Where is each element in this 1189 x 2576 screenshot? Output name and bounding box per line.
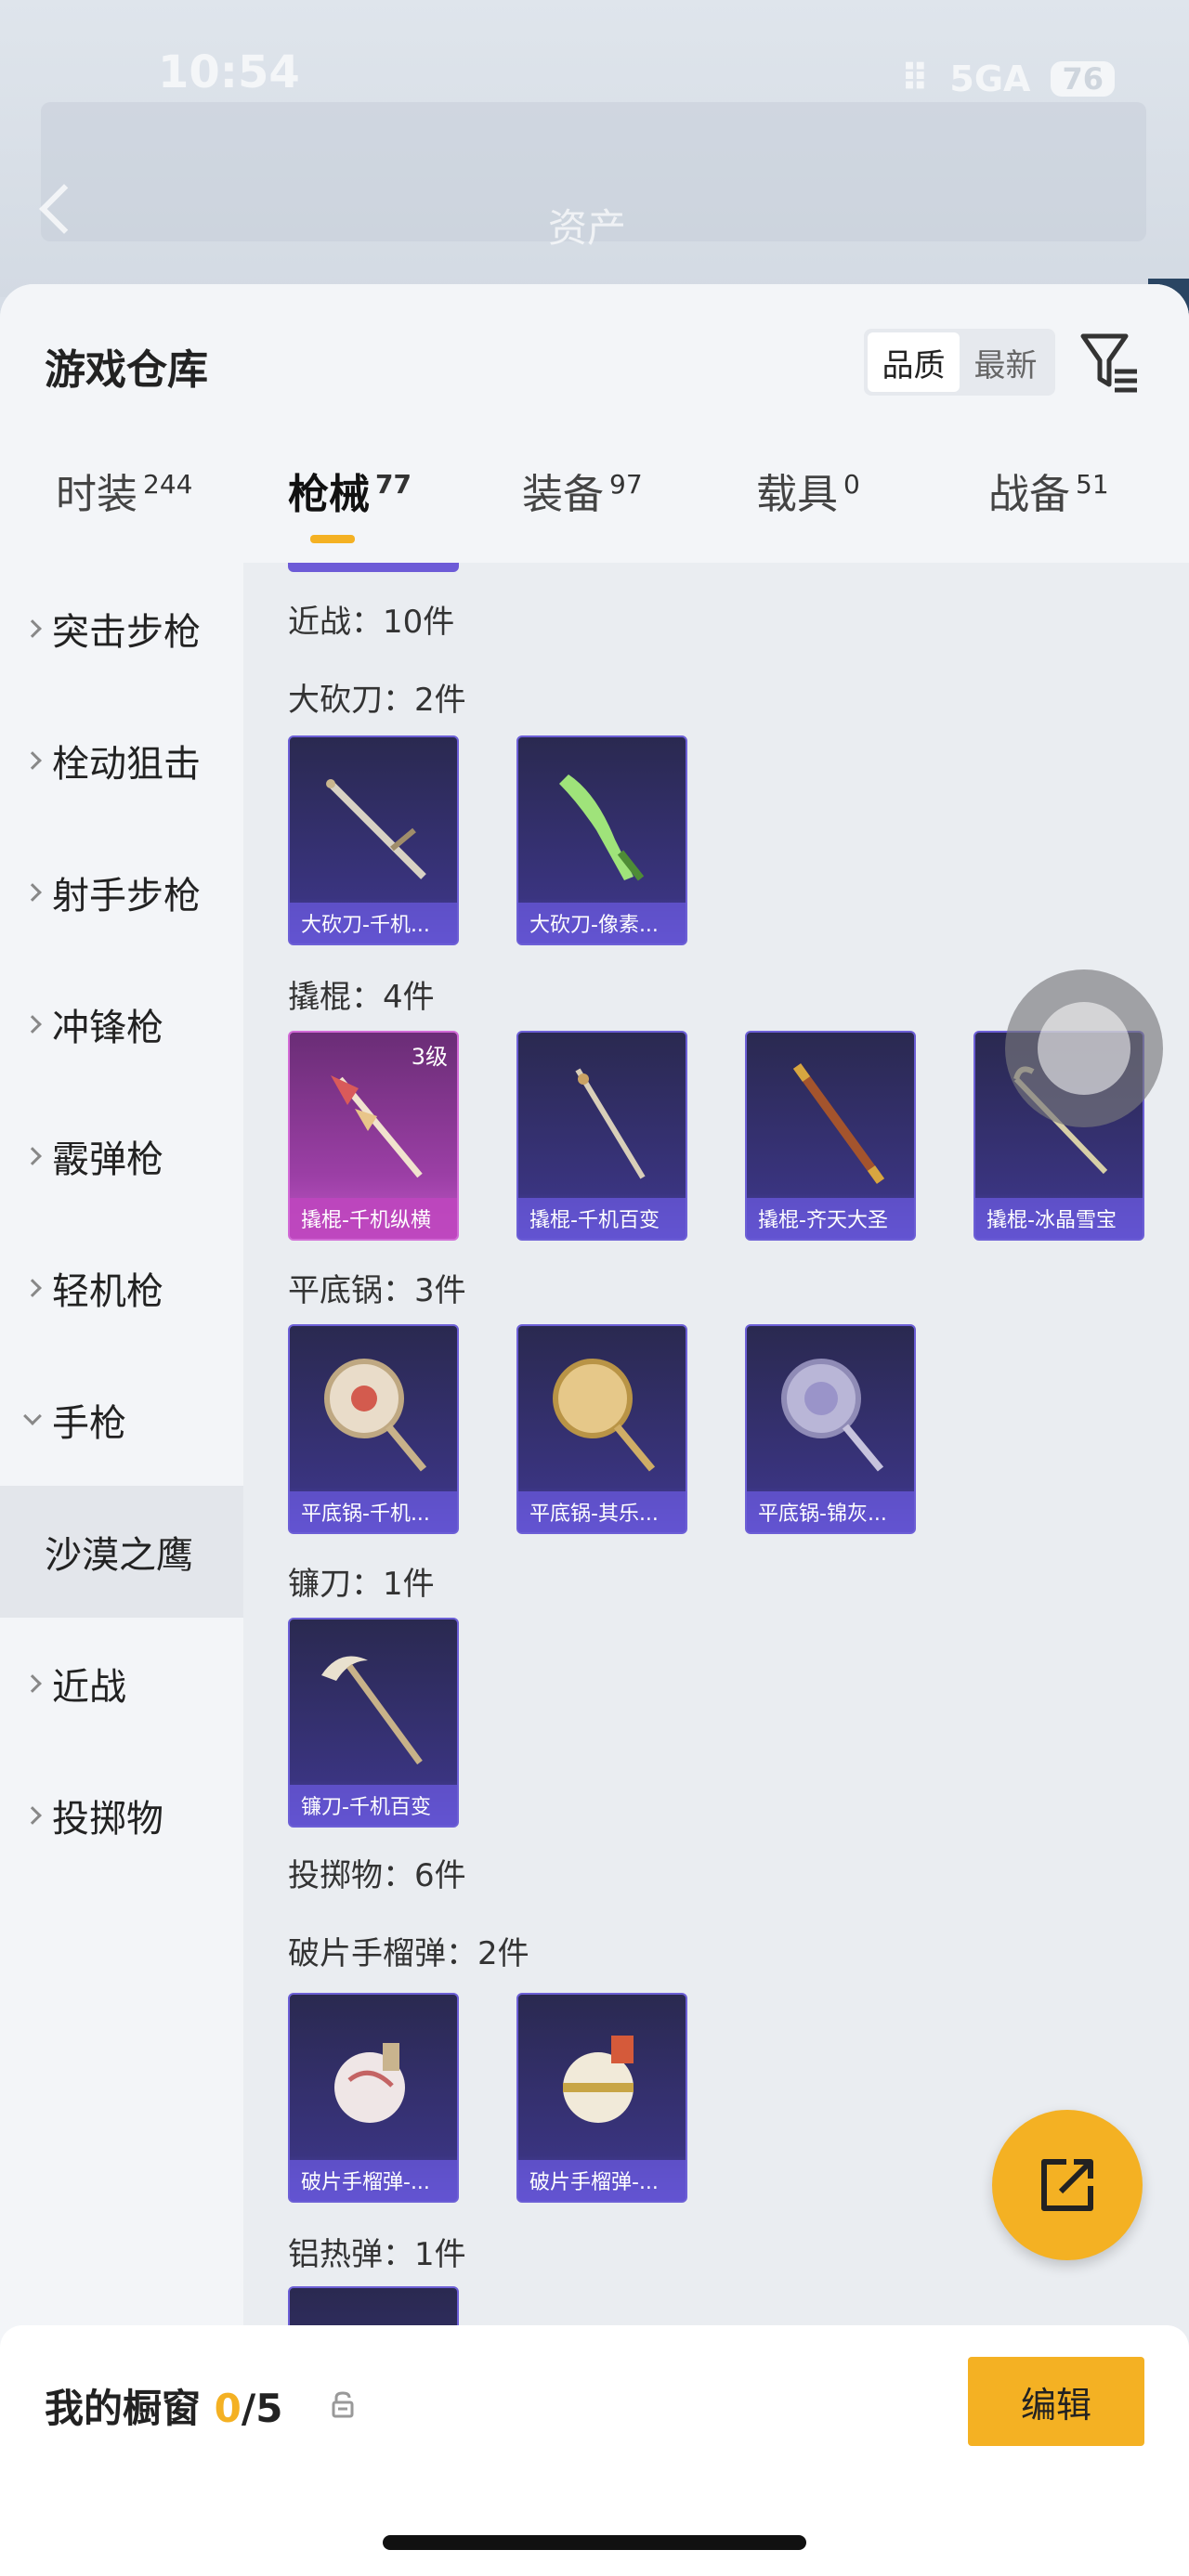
- signal-icon: ⠿: [900, 58, 930, 100]
- tab-guns[interactable]: 枪械 77: [288, 461, 412, 520]
- section-frying-pan: 平底锅：3件: [288, 1272, 466, 1309]
- weapon-type-sidebar: 突击步枪 栓动狙击 射手步枪 冲锋枪 霰弹枪 轻机枪 手枪 沙漠之鹰 近战 投掷…: [0, 563, 243, 2576]
- filter-icon[interactable]: [1078, 331, 1143, 397]
- chevron-right-icon: [23, 1806, 42, 1825]
- machete-icon: [326, 779, 426, 879]
- item-card[interactable]: 大砍刀-千机...: [288, 735, 459, 945]
- share-button[interactable]: [992, 2110, 1143, 2260]
- sheet-title: 游戏仓库: [45, 346, 208, 394]
- network-label: 5GA: [949, 59, 1031, 99]
- staff-icon: [792, 1063, 885, 1184]
- status-icons: ⠿ 5GA 76: [900, 58, 1115, 100]
- item-card[interactable]: 平底锅-其乐...: [516, 1324, 687, 1534]
- tab-equipment[interactable]: 装备 97: [522, 461, 643, 520]
- card-edge: [288, 563, 459, 572]
- item-card[interactable]: 平底锅-千机...: [288, 1324, 459, 1534]
- page-title: 资产: [548, 205, 627, 251]
- lock-icon: [332, 2391, 354, 2418]
- category-tabs: 时装 244 枪械 77 装备 97 载具 0 战备 51: [0, 461, 1189, 563]
- item-card[interactable]: 大砍刀-像素...: [516, 735, 687, 945]
- frying-pan-icon: [553, 1359, 656, 1472]
- item-card[interactable]: 撬棍-齐天大圣: [745, 1031, 916, 1241]
- edit-button[interactable]: 编辑: [968, 2357, 1144, 2446]
- section-melee: 近战：10件: [288, 604, 455, 641]
- sidebar-item-pistol[interactable]: 手枪: [0, 1354, 243, 1486]
- grenade-icon: [563, 2036, 634, 2123]
- item-card[interactable]: 平底锅-锦灰...: [745, 1324, 916, 1534]
- item-card[interactable]: 3级 撬棍-千机纵横: [288, 1031, 459, 1241]
- item-card[interactable]: 破片手榴弹-...: [516, 1993, 687, 2203]
- section-frag-grenade: 破片手榴弹：2件: [288, 1935, 529, 1972]
- item-card[interactable]: 撬棍-千机百变: [516, 1031, 687, 1241]
- chevron-right-icon: [23, 1674, 42, 1693]
- home-indicator: [383, 2535, 806, 2550]
- section-machete: 大砍刀：2件: [288, 682, 466, 719]
- item-card[interactable]: 破片手榴弹-...: [288, 1993, 459, 2203]
- item-list: 近战：10件 大砍刀：2件 大砍刀-千机... 大砍刀-像素... 撬棍：4件 …: [243, 563, 1189, 2576]
- chevron-right-icon: [23, 619, 42, 638]
- frying-pan-icon: [781, 1359, 884, 1472]
- crowbar-icon: [575, 1068, 646, 1179]
- sort-quality-button[interactable]: 品质: [868, 332, 960, 392]
- tab-combat-gear[interactable]: 战备 51: [988, 461, 1109, 520]
- grenade-icon: [334, 2043, 405, 2123]
- sidebar-item-shotgun[interactable]: 霰弹枪: [0, 1090, 243, 1222]
- share-icon: [1041, 2159, 1093, 2211]
- chevron-right-icon: [23, 1279, 42, 1297]
- sidebar-item-throwables[interactable]: 投掷物: [0, 1750, 243, 1881]
- tab-fashion[interactable]: 时装 244: [56, 461, 192, 520]
- chevron-right-icon: [23, 1015, 42, 1034]
- sidebar-item-lmg[interactable]: 轻机枪: [0, 1222, 243, 1354]
- status-time: 10:54: [158, 46, 300, 98]
- frying-pan-icon: [324, 1359, 427, 1472]
- showcase-bar: 我的橱窗 0/5 编辑: [0, 2325, 1189, 2576]
- chevron-down-icon: [23, 1407, 42, 1425]
- sort-newest-button[interactable]: 最新: [960, 332, 1052, 392]
- item-card[interactable]: 镰刀-千机百变: [288, 1618, 459, 1828]
- showcase-title: 我的橱窗 0/5: [45, 2386, 283, 2431]
- showcase-count: 0/5: [214, 2386, 283, 2431]
- section-sickle: 镰刀：1件: [288, 1566, 435, 1603]
- section-crowbar: 撬棍：4件: [288, 979, 435, 1016]
- section-throwables: 投掷物：6件: [288, 1857, 466, 1894]
- chevron-right-icon: [23, 883, 42, 902]
- active-tab-indicator: [310, 535, 355, 543]
- machete-icon: [559, 774, 645, 881]
- tab-vehicles[interactable]: 载具 0: [756, 461, 860, 520]
- battery-icon: 76: [1051, 61, 1115, 97]
- sickle-icon: [321, 1656, 423, 1765]
- sidebar-item-smg[interactable]: 冲锋枪: [0, 958, 243, 1090]
- sheet-header: 游戏仓库 品质 最新 时装 244 枪械 77 装备 97 载具 0 战备 51: [0, 284, 1189, 563]
- chevron-right-icon: [23, 1147, 42, 1165]
- sidebar-item-marksman-rifle[interactable]: 射手步枪: [0, 826, 243, 958]
- section-thermite: 铝热弹：1件: [288, 2236, 466, 2273]
- sidebar-item-assault-rifle[interactable]: 突击步枪: [0, 563, 243, 695]
- sidebar-item-desert-eagle[interactable]: 沙漠之鹰: [0, 1486, 243, 1618]
- chevron-right-icon: [23, 751, 42, 770]
- crowbar-icon: [331, 1075, 423, 1178]
- sort-toggle: 品质 最新: [864, 329, 1055, 396]
- sidebar-item-melee[interactable]: 近战: [0, 1618, 243, 1750]
- sidebar-item-bolt-sniper[interactable]: 栓动狙击: [0, 695, 243, 826]
- assistive-touch-button[interactable]: [1005, 969, 1163, 1127]
